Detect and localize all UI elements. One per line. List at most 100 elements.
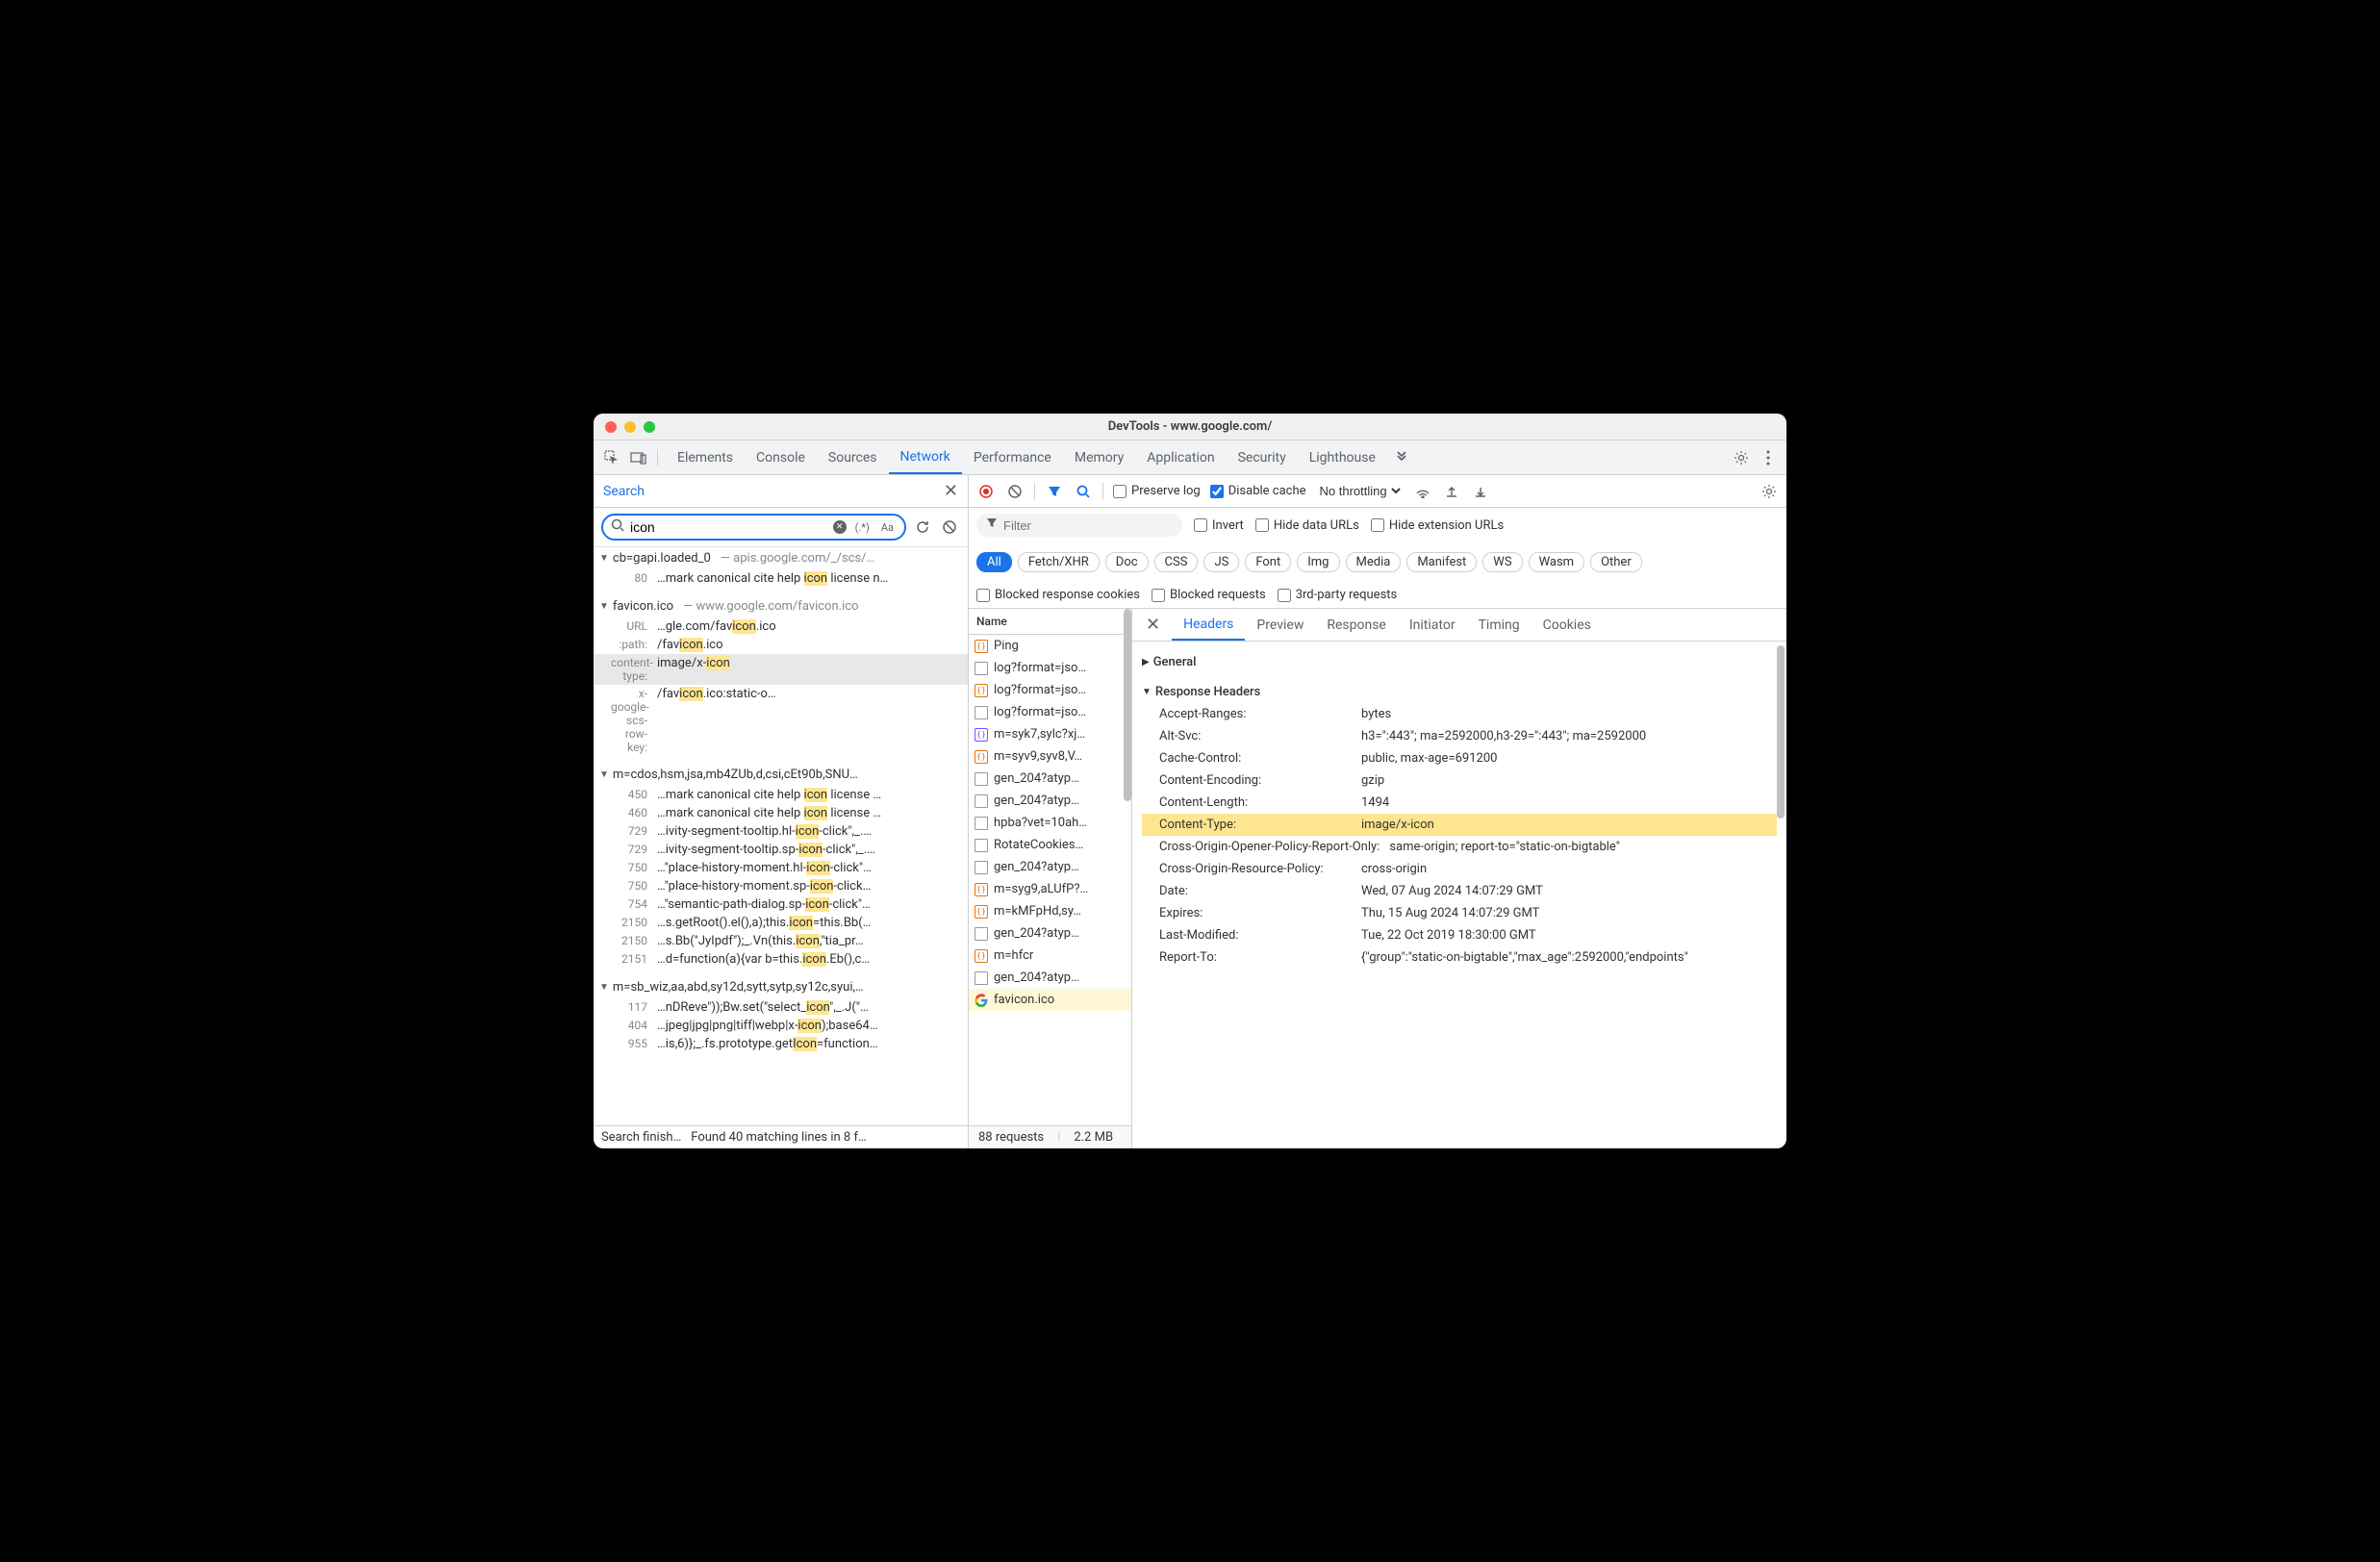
filter-chip-font[interactable]: Font [1245, 552, 1291, 572]
main-tab-elements[interactable]: Elements [666, 441, 745, 474]
search-result-line[interactable]: 80…mark canonical cite help icon license… [594, 569, 968, 588]
zoom-window-button[interactable] [644, 421, 655, 433]
search-input[interactable] [630, 519, 827, 535]
disable-cache-checkbox[interactable]: Disable cache [1210, 484, 1306, 498]
detail-tab-preview[interactable]: Preview [1245, 609, 1315, 641]
detail-tab-cookies[interactable]: Cookies [1532, 609, 1603, 641]
throttling-select[interactable]: No throttling [1316, 483, 1404, 499]
settings-icon[interactable] [1731, 447, 1752, 468]
filter-chip-js[interactable]: JS [1203, 552, 1239, 572]
blocked-cookies-checkbox[interactable]: Blocked response cookies [976, 588, 1140, 602]
hide-data-urls-checkbox[interactable]: Hide data URLs [1255, 518, 1359, 533]
request-row[interactable]: m=syv9,syv8,V… [969, 745, 1131, 768]
clear-icon[interactable] [939, 516, 960, 538]
search-tab-label[interactable]: Search [603, 484, 645, 499]
refresh-icon[interactable] [912, 516, 933, 538]
main-tab-lighthouse[interactable]: Lighthouse [1298, 441, 1387, 474]
preserve-log-checkbox[interactable]: Preserve log [1113, 484, 1201, 498]
detail-tab-initiator[interactable]: Initiator [1398, 609, 1467, 641]
request-row[interactable]: gen_204?atyp… [969, 790, 1131, 812]
filter-chip-fetchxhr[interactable]: Fetch/XHR [1018, 552, 1100, 572]
kebab-icon[interactable] [1758, 447, 1779, 468]
clear-network-icon[interactable] [1005, 482, 1025, 501]
search-result-line[interactable]: 2150…s.Bb("JyIpdf");_.Vn(this.icon,"tia_… [594, 932, 968, 950]
search-result-group[interactable]: ▼m=cdos,hsm,jsa,mb4ZUb,d,csi,cEt90b,SNU… [594, 764, 968, 786]
upload-icon[interactable] [1442, 482, 1461, 501]
search-result-group[interactable]: ▼cb=gapi.loaded_0 — apis.google.com/_/sc… [594, 547, 968, 569]
main-tab-console[interactable]: Console [745, 441, 817, 474]
main-tab-performance[interactable]: Performance [962, 441, 1063, 474]
download-icon[interactable] [1471, 482, 1490, 501]
device-icon[interactable] [628, 447, 649, 468]
detail-tab-timing[interactable]: Timing [1467, 609, 1532, 641]
search-result-line[interactable]: :path:/favicon.ico [594, 636, 968, 654]
request-row[interactable]: m=syk7,sylc?xj… [969, 723, 1131, 745]
search-result-line[interactable]: 750…"place-history-moment.sp-icon-click… [594, 877, 968, 895]
request-row[interactable]: hpba?vet=10ah… [969, 812, 1131, 834]
request-row[interactable]: m=syg9,aLUfP?… [969, 878, 1131, 900]
request-row[interactable]: Ping [969, 635, 1131, 657]
filter-chip-other[interactable]: Other [1590, 552, 1642, 572]
filter-chip-css[interactable]: CSS [1154, 552, 1199, 572]
request-row[interactable]: gen_204?atyp… [969, 768, 1131, 790]
request-row[interactable]: log?format=jso… [969, 679, 1131, 701]
search-result-line[interactable]: URL…gle.com/favicon.ico [594, 617, 968, 636]
filter-chip-media[interactable]: Media [1346, 552, 1402, 572]
inspect-icon[interactable] [601, 447, 622, 468]
search-result-line[interactable]: 754…"semantic-path-dialog.sp-icon-click"… [594, 895, 968, 914]
search-result-group[interactable]: ▼m=sb_wiz,aa,abd,sy12d,sytt,sytp,sy12c,s… [594, 976, 968, 998]
filter-chip-wasm[interactable]: Wasm [1529, 552, 1585, 572]
request-row[interactable]: m=hfcr [969, 945, 1131, 967]
network-settings-icon[interactable] [1760, 482, 1779, 501]
close-window-button[interactable] [605, 421, 617, 433]
search-close-icon[interactable]: ✕ [944, 481, 958, 501]
filter-chip-all[interactable]: All [976, 552, 1012, 572]
main-tab-application[interactable]: Application [1135, 441, 1226, 474]
main-tab-sources[interactable]: Sources [817, 441, 889, 474]
request-row[interactable]: log?format=jso… [969, 657, 1131, 679]
search-result-line[interactable]: 729…ivity-segment-tooltip.sp-icon-click"… [594, 841, 968, 859]
search-result-line[interactable]: 955…is,6)};_.fs.prototype.getIcon=functi… [594, 1035, 968, 1053]
search-result-line[interactable]: 460…mark canonical cite help icon licens… [594, 804, 968, 822]
hide-extension-urls-checkbox[interactable]: Hide extension URLs [1371, 518, 1504, 533]
filter-chip-img[interactable]: Img [1297, 552, 1339, 572]
third-party-checkbox[interactable]: 3rd-party requests [1278, 588, 1398, 602]
invert-checkbox[interactable]: Invert [1194, 518, 1244, 533]
detail-close-icon[interactable]: ✕ [1138, 615, 1168, 635]
request-row[interactable]: log?format=jso… [969, 701, 1131, 723]
case-toggle[interactable]: Aa [878, 520, 897, 535]
request-row[interactable]: gen_204?atyp… [969, 856, 1131, 878]
clear-search-icon[interactable]: ✕ [833, 520, 847, 534]
request-row[interactable]: RotateCookies… [969, 834, 1131, 856]
regex-toggle[interactable]: (.*) [852, 520, 873, 535]
search-result-group[interactable]: ▼favicon.ico — www.google.com/favicon.ic… [594, 595, 968, 617]
search-result-line[interactable]: content-type:image/x-icon [594, 654, 968, 685]
response-headers-section-header[interactable]: ▼Response Headers [1142, 681, 1777, 703]
search-result-line[interactable]: 450…mark canonical cite help icon licens… [594, 786, 968, 804]
request-row[interactable]: m=kMFpHd,sy… [969, 900, 1131, 922]
network-conditions-icon[interactable] [1413, 482, 1432, 501]
search-result-line[interactable]: 729…ivity-segment-tooltip.hl-icon-click"… [594, 822, 968, 841]
request-row[interactable]: gen_204?atyp… [969, 922, 1131, 945]
search-network-icon[interactable] [1074, 482, 1093, 501]
request-row[interactable]: favicon.ico [969, 989, 1131, 1011]
search-result-line[interactable]: 117…nDReve"));Bw.set("select_icon",_.J("… [594, 998, 968, 1017]
search-result-line[interactable]: x-google-scs-row-key:/favicon.ico:static… [594, 685, 968, 756]
detail-tab-headers[interactable]: Headers [1172, 609, 1245, 641]
filter-chip-ws[interactable]: WS [1482, 552, 1522, 572]
general-section-header[interactable]: ▶General [1142, 651, 1777, 673]
record-icon[interactable] [976, 482, 996, 501]
search-result-line[interactable]: 2151…d=function(a){var b=this.icon.Eb(),… [594, 950, 968, 969]
search-result-line[interactable]: 2150…s.getRoot().el(),a);this.icon=this.… [594, 914, 968, 932]
filter-chip-doc[interactable]: Doc [1105, 552, 1149, 572]
request-row[interactable]: gen_204?atyp… [969, 967, 1131, 989]
filter-input[interactable] [1003, 518, 1173, 533]
filter-chip-manifest[interactable]: Manifest [1406, 552, 1477, 572]
blocked-requests-checkbox[interactable]: Blocked requests [1152, 588, 1266, 602]
scrollbar[interactable] [1124, 609, 1131, 801]
request-list-header[interactable]: Name [969, 609, 1131, 635]
detail-tab-response[interactable]: Response [1315, 609, 1398, 641]
main-tab-security[interactable]: Security [1227, 441, 1298, 474]
search-result-line[interactable]: 404…jpeg|jpg|png|tiff|webp|x-icon);base6… [594, 1017, 968, 1035]
search-result-line[interactable]: 750…"place-history-moment.hl-icon-click"… [594, 859, 968, 877]
